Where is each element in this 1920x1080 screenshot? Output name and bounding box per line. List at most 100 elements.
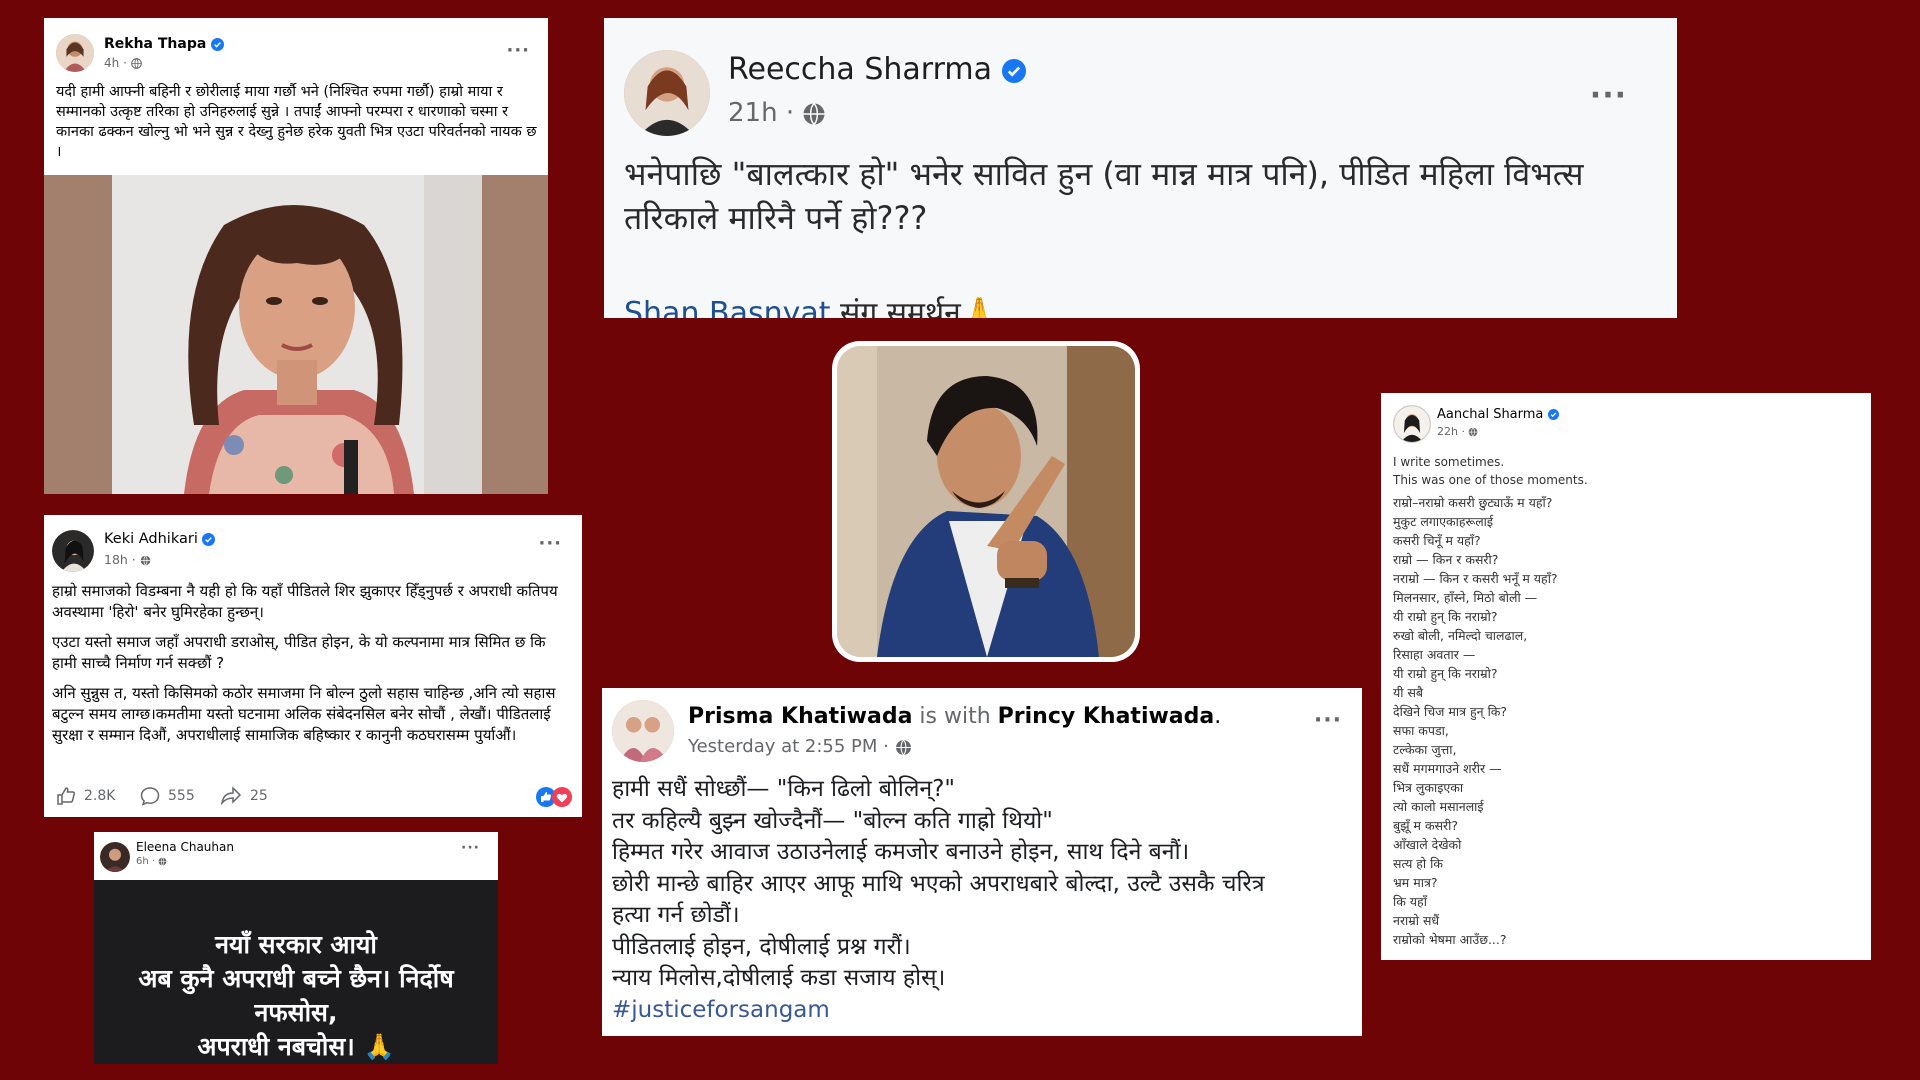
post-text-line-1: नयाँ सरकार आयो <box>215 930 377 959</box>
author-name-text[interactable]: Rekha Thapa <box>104 36 206 52</box>
poem-line: राम्रो — किन र कसरी? <box>1393 552 1499 567</box>
post-text: भनेपाछि "बालत्कार हो" भनेर सावित हुन (वा… <box>624 155 1584 237</box>
hashtag-link[interactable]: #justiceforsangam <box>612 995 1352 1027</box>
verified-badge-icon <box>202 532 216 546</box>
author-name[interactable]: Keki Adhikari <box>104 531 216 547</box>
intro-line-2: This was one of those moments. <box>1393 473 1588 487</box>
avatar[interactable] <box>100 842 130 872</box>
post-text: यदी हामी आफ्नी बहिनी र छोरीलाई माया गर्छ… <box>56 84 537 160</box>
like-icon <box>57 787 76 805</box>
post-meta: 18h · <box>104 552 151 567</box>
post-paragraph-1: हाम्रो समाजको विडम्बना नै यही हो कि यहाँ… <box>52 582 558 621</box>
comment-count-text: 555 <box>168 788 195 804</box>
author-name-text[interactable]: Aanchal Sharma <box>1437 407 1543 422</box>
poem-line: टल्केका जुत्ता, <box>1393 742 1457 757</box>
post-text-line: छोरी मान्छे बाहिर आएर आफू माथि भएको अपरा… <box>612 870 1265 897</box>
post-time[interactable]: 21h <box>728 98 778 128</box>
poem-line: राम्रोको भेषमा आउँछ...? <box>1393 932 1507 947</box>
mention-suffix: संग समर्थन <box>830 296 961 318</box>
mention-link[interactable]: Shan Basnyat <box>624 296 831 318</box>
more-icon[interactable]: ··· <box>1314 708 1342 733</box>
post-card-keki: Keki Adhikari 18h · ··· हाम्रो समाजको वि… <box>44 515 582 817</box>
poem-line: राम्रो–नराम्रो कसरी छुट्याऊँ म यहाँ? <box>1393 495 1553 510</box>
pray-emoji: 🙏 <box>960 296 999 318</box>
post-meta: 6h · <box>136 856 167 867</box>
globe-icon <box>803 102 825 125</box>
share-icon <box>220 786 242 806</box>
poem-line: रिसाहा अवतार — <box>1393 647 1476 662</box>
poem-line: त्यो कालो मसानलाई <box>1393 799 1484 814</box>
post-text-line: हिम्मत गरेर आवाज उठाउनेलाई कमजोर बनाउने … <box>612 839 1190 865</box>
author-name[interactable]: Rekha Thapa <box>104 36 225 52</box>
author-name[interactable]: Reeccha Sharrma <box>728 52 1026 87</box>
more-icon[interactable]: ··· <box>461 840 480 856</box>
comment-count[interactable]: 555 <box>140 786 195 806</box>
avatar[interactable] <box>624 50 710 136</box>
author-name[interactable]: Aanchal Sharma <box>1437 407 1559 422</box>
more-icon[interactable]: ··· <box>1590 78 1627 113</box>
poem-line: सत्य हो कि <box>1393 856 1443 871</box>
post-time[interactable]: 22h <box>1437 425 1458 438</box>
post-text-line-3: नफसोस, <box>254 998 338 1027</box>
post-text-line: तर कहिल्यै बुझ्न खोज्दैनौं— "बोल्न कति ग… <box>612 807 1053 834</box>
like-count[interactable]: 2.8K <box>56 786 115 806</box>
share-count[interactable]: 25 <box>220 786 268 806</box>
man-portrait-photo <box>837 346 1135 657</box>
reaction-love-icon <box>552 787 572 807</box>
author-name-text[interactable]: Prisma Khatiwada <box>688 704 912 729</box>
verified-badge-icon <box>211 37 225 51</box>
author-name-text[interactable]: Keki Adhikari <box>104 531 198 547</box>
post-card-prisma: Prisma Khatiwada is with Princy Khatiwad… <box>602 688 1362 1036</box>
post-card-reeccha: Reeccha Sharrma 21h · ··· भनेपाछि "बालत्… <box>604 18 1677 318</box>
post-meta: 21h · <box>728 98 826 128</box>
share-count-text: 25 <box>250 788 268 804</box>
post-text-line: हामी सधैं सोध्छौं— "किन ढिलो बोलिन्?" <box>612 776 955 802</box>
post-time[interactable]: 18h <box>104 552 128 567</box>
post-text-line-4: अपराधी नबचोस। 🙏 <box>94 1030 498 1064</box>
post-photo[interactable] <box>44 175 548 494</box>
poem-line: रुखो बोली, नमिल्दो चालढाल, <box>1393 628 1528 643</box>
text-background-post: नयाँ सरकार आयो अब कुनै अपराधी बच्ने छैन।… <box>94 880 498 1064</box>
mention-line: Shan Basnyat संग समर्थन🙏 <box>624 254 1624 318</box>
author-name-text[interactable]: Eleena Chauhan <box>136 840 234 854</box>
like-count-text: 2.8K <box>84 788 116 804</box>
poem-line: भित्र लुकाइएका <box>1393 780 1464 795</box>
poem-line: नराम्रो सधैं <box>1393 913 1440 928</box>
author-name-text[interactable]: Reeccha Sharrma <box>728 52 992 87</box>
poem-line: कसरी चिनूँ म यहाँ? <box>1393 533 1481 548</box>
tagged-name[interactable]: Princy Khatiwada <box>998 704 1215 729</box>
more-icon[interactable]: ··· <box>506 40 530 61</box>
post-time[interactable]: 6h <box>136 856 149 867</box>
featured-photo[interactable] <box>832 341 1140 662</box>
poem-line: सधैं मगमगाउने शरीर — <box>1393 761 1502 776</box>
globe-icon <box>140 555 151 566</box>
more-icon[interactable]: ··· <box>538 533 562 554</box>
avatar[interactable] <box>1393 405 1431 443</box>
avatar[interactable] <box>612 700 674 762</box>
post-time[interactable]: 4h <box>104 56 119 70</box>
poem-line: आँखाले देखेको <box>1393 837 1462 852</box>
post-meta: 4h · <box>104 56 142 70</box>
globe-icon <box>130 58 142 69</box>
avatar[interactable] <box>56 34 94 72</box>
post-time[interactable]: Yesterday at 2:55 PM <box>688 736 877 757</box>
post-paragraph-2: एउटा यस्तो समाज जहाँ अपराधी डराओस्, पीडि… <box>52 633 546 672</box>
post-card-eleena: Eleena Chauhan 6h · ··· नयाँ सरकार आयो अ… <box>94 832 498 1064</box>
reactions[interactable] <box>536 787 572 807</box>
with-word: is with <box>912 704 998 729</box>
post-text-line-4-text: अपराधी नबचोस। <box>197 1032 355 1061</box>
verified-badge-icon <box>1001 58 1026 83</box>
poem-line: भ्रम मात्र? <box>1393 875 1438 890</box>
post-card-rekha: Rekha Thapa 4h · ··· यदी हामी आफ्नी बहिन… <box>44 18 548 494</box>
post-text-line: न्याय मिलोस,दोषीलाई कडा सजाय होस्। <box>612 965 946 991</box>
verified-badge-icon <box>1547 409 1559 420</box>
avatar[interactable] <box>52 530 94 572</box>
post-meta: Yesterday at 2:55 PM · <box>688 736 912 757</box>
post-text: हामी सधैं सोध्छौं— "किन ढिलो बोलिन्?" तर… <box>612 774 1352 1026</box>
poem-line: कि यहाँ <box>1393 894 1427 909</box>
globe-icon <box>895 739 911 755</box>
poem-line: यी राम्रो हुन् कि नराम्रो? <box>1393 609 1498 624</box>
intro-line-1: I write sometimes. <box>1393 455 1505 469</box>
author-name[interactable]: Eleena Chauhan <box>136 840 234 854</box>
post-text-line: पीडितलाई होइन, दोषीलाई प्रश्न गरौं। <box>612 933 911 960</box>
